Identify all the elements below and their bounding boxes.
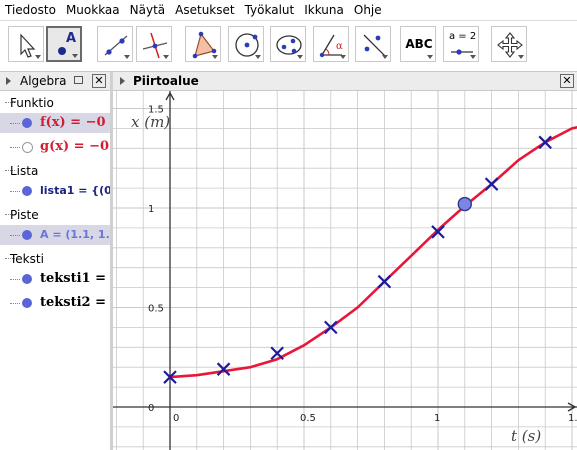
point-a[interactable]: [457, 196, 472, 212]
dropdown-triangle-icon: [163, 55, 169, 59]
undock-icon[interactable]: [74, 76, 83, 84]
close-icon[interactable]: ✕: [92, 74, 106, 88]
circle-tool-button[interactable]: [228, 26, 264, 62]
menu-ikkuna[interactable]: Ikkuna: [299, 0, 349, 20]
graphics-panel-header: Piirtoalue ✕: [113, 72, 577, 91]
dropdown-triangle-icon: [72, 54, 78, 58]
menu-työkalut[interactable]: Työkalut: [240, 0, 300, 20]
algebra-item[interactable]: f(x) = −0: [0, 113, 110, 133]
svg-text:α: α: [336, 41, 343, 52]
tree-line-icon: [10, 303, 20, 304]
visibility-toggle-icon[interactable]: [22, 118, 32, 128]
algebra-item[interactable]: A = (1.1, 1.0: [0, 225, 110, 245]
visibility-toggle-icon[interactable]: [22, 274, 32, 284]
dropdown-triangle-icon: [470, 55, 476, 59]
tree-line-icon: [10, 123, 20, 124]
tool-label: ABC: [405, 37, 433, 51]
point-tool-button[interactable]: A: [46, 26, 82, 62]
tool-label: a = 2: [449, 31, 477, 42]
algebra-item[interactable]: lista1 = {(0,: [0, 181, 110, 201]
algebra-item-text: g(x) = −0: [40, 139, 110, 154]
function-curve[interactable]: [169, 122, 577, 379]
algebra-panel-title: Algebra: [20, 74, 67, 88]
dropdown-triangle-icon: [297, 55, 303, 59]
tree-line-icon: [10, 147, 20, 148]
text-tool-button[interactable]: ABC: [400, 26, 436, 62]
ellipse-tool-button[interactable]: [270, 26, 306, 62]
x-tick-label: 1: [434, 413, 440, 424]
tool-label: A: [66, 31, 77, 46]
algebra-item-text: f(x) = −0: [40, 115, 106, 130]
polygon-tool-button[interactable]: [185, 26, 221, 62]
graphics-view[interactable]: 00.511.522.500.511.5t (s)x (m): [113, 91, 577, 450]
algebra-item[interactable]: teksti1 =: [0, 269, 110, 289]
dropdown-triangle-icon: [427, 55, 433, 59]
menu-asetukset[interactable]: Asetukset: [170, 0, 239, 20]
toolbar: Aαα ABC a = 2: [0, 21, 577, 72]
menu-muokkaa[interactable]: Muokkaa: [61, 0, 125, 20]
visibility-toggle-icon[interactable]: [22, 186, 32, 196]
close-icon[interactable]: ✕: [560, 74, 574, 88]
visibility-toggle-icon[interactable]: [22, 298, 32, 308]
dropdown-triangle-icon: [212, 55, 218, 59]
algebra-item[interactable]: g(x) = −0: [0, 137, 110, 157]
x-tick-label: 0: [173, 413, 179, 424]
algebra-item[interactable]: teksti2 =: [0, 293, 110, 313]
menu-bar: Tiedosto Muokkaa Näytä Asetukset Työkalut Ikk…: [0, 0, 577, 21]
algebra-item-text: A = (1.1, 1.0: [40, 228, 110, 241]
algebra-group-label: Funktio: [10, 96, 54, 110]
dropdown-triangle-icon: [518, 55, 524, 59]
x-axis-label: t (s): [511, 427, 541, 445]
algebra-view: Funktio f(x) = −0 g(x) = −0 Lista lista1 = {…: [0, 91, 110, 450]
dropdown-triangle-icon: [255, 55, 261, 59]
algebra-item-text: teksti2 =: [40, 295, 107, 310]
tree-line-icon: [10, 235, 20, 236]
algebra-group-label: Piste: [10, 208, 39, 222]
move-view-tool-button[interactable]: [491, 26, 527, 62]
algebra-group-label: Lista: [10, 164, 39, 178]
angle-tool-button[interactable]: αα: [313, 26, 349, 62]
collapse-triangle-icon[interactable]: [120, 77, 125, 85]
x-tick-label: 1.5: [568, 413, 577, 424]
visibility-toggle-icon[interactable]: [22, 230, 32, 240]
algebra-item-text: teksti1 =: [40, 271, 107, 286]
tree-line-icon: [10, 279, 20, 280]
dropdown-triangle-icon: [382, 55, 388, 59]
y-axis-label: x (m): [131, 113, 170, 131]
tree-line-icon: [10, 191, 20, 192]
collapse-triangle-icon[interactable]: [6, 77, 11, 85]
y-tick-label: 0.5: [148, 304, 164, 315]
menu-tiedosto[interactable]: Tiedosto: [0, 0, 61, 20]
y-tick-label: 1: [148, 204, 154, 215]
algebra-group-label: Teksti: [10, 252, 44, 266]
line-tool-button[interactable]: [97, 26, 133, 62]
visibility-toggle-icon[interactable]: [22, 142, 33, 153]
algebra-panel-header: Algebra ✕: [0, 72, 110, 91]
menu-ohje[interactable]: Ohje: [349, 0, 387, 20]
algebra-item-text: lista1 = {(0,: [40, 184, 110, 197]
move-tool-button[interactable]: [8, 26, 44, 62]
dropdown-triangle-icon: [35, 55, 41, 59]
y-tick-label: 0: [148, 403, 154, 414]
perpendicular-line-tool-button[interactable]: [136, 26, 172, 62]
reflect-tool-button[interactable]: [355, 26, 391, 62]
dropdown-triangle-icon: [124, 55, 130, 59]
x-tick-label: 0.5: [300, 413, 316, 424]
menu-näytä[interactable]: Näytä: [125, 0, 171, 20]
dropdown-triangle-icon: [340, 55, 346, 59]
slider-tool-button[interactable]: a = 2: [443, 26, 479, 62]
graphics-panel-title: Piirtoalue: [133, 74, 199, 88]
